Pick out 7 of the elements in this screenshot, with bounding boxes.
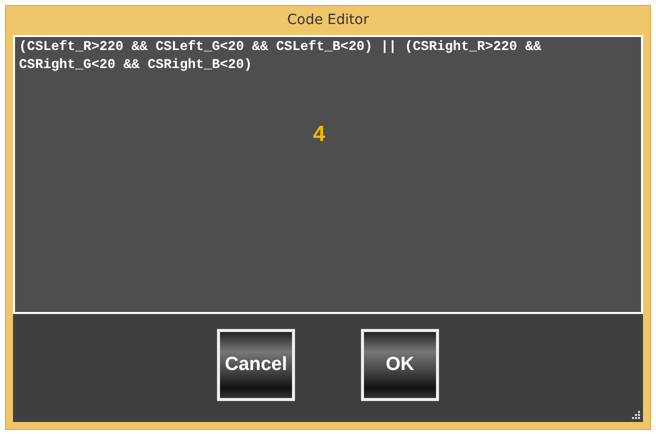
dialog-button[interactable]: Cancel (217, 329, 295, 401)
code-editor[interactable]: (CSLeft_R>220 && CSLeft_G<20 && CSLeft_B<20) || (CSRight_R>220 && CSRight_G<20 && CSRight_B<20) 4 (13, 35, 643, 314)
resize-grip-icon[interactable] (631, 410, 640, 419)
code-text: (CSLeft_R>220 && CSLeft_G<20 && CSLeft_B<20) || (CSRight_R>220 && CSRight_G<20 && CSRight_B<20) (19, 39, 542, 75)
window-title: Code Editor (286, 11, 370, 30)
dialog-button[interactable]: OK (361, 329, 439, 401)
step-marker: 4 (313, 120, 326, 148)
